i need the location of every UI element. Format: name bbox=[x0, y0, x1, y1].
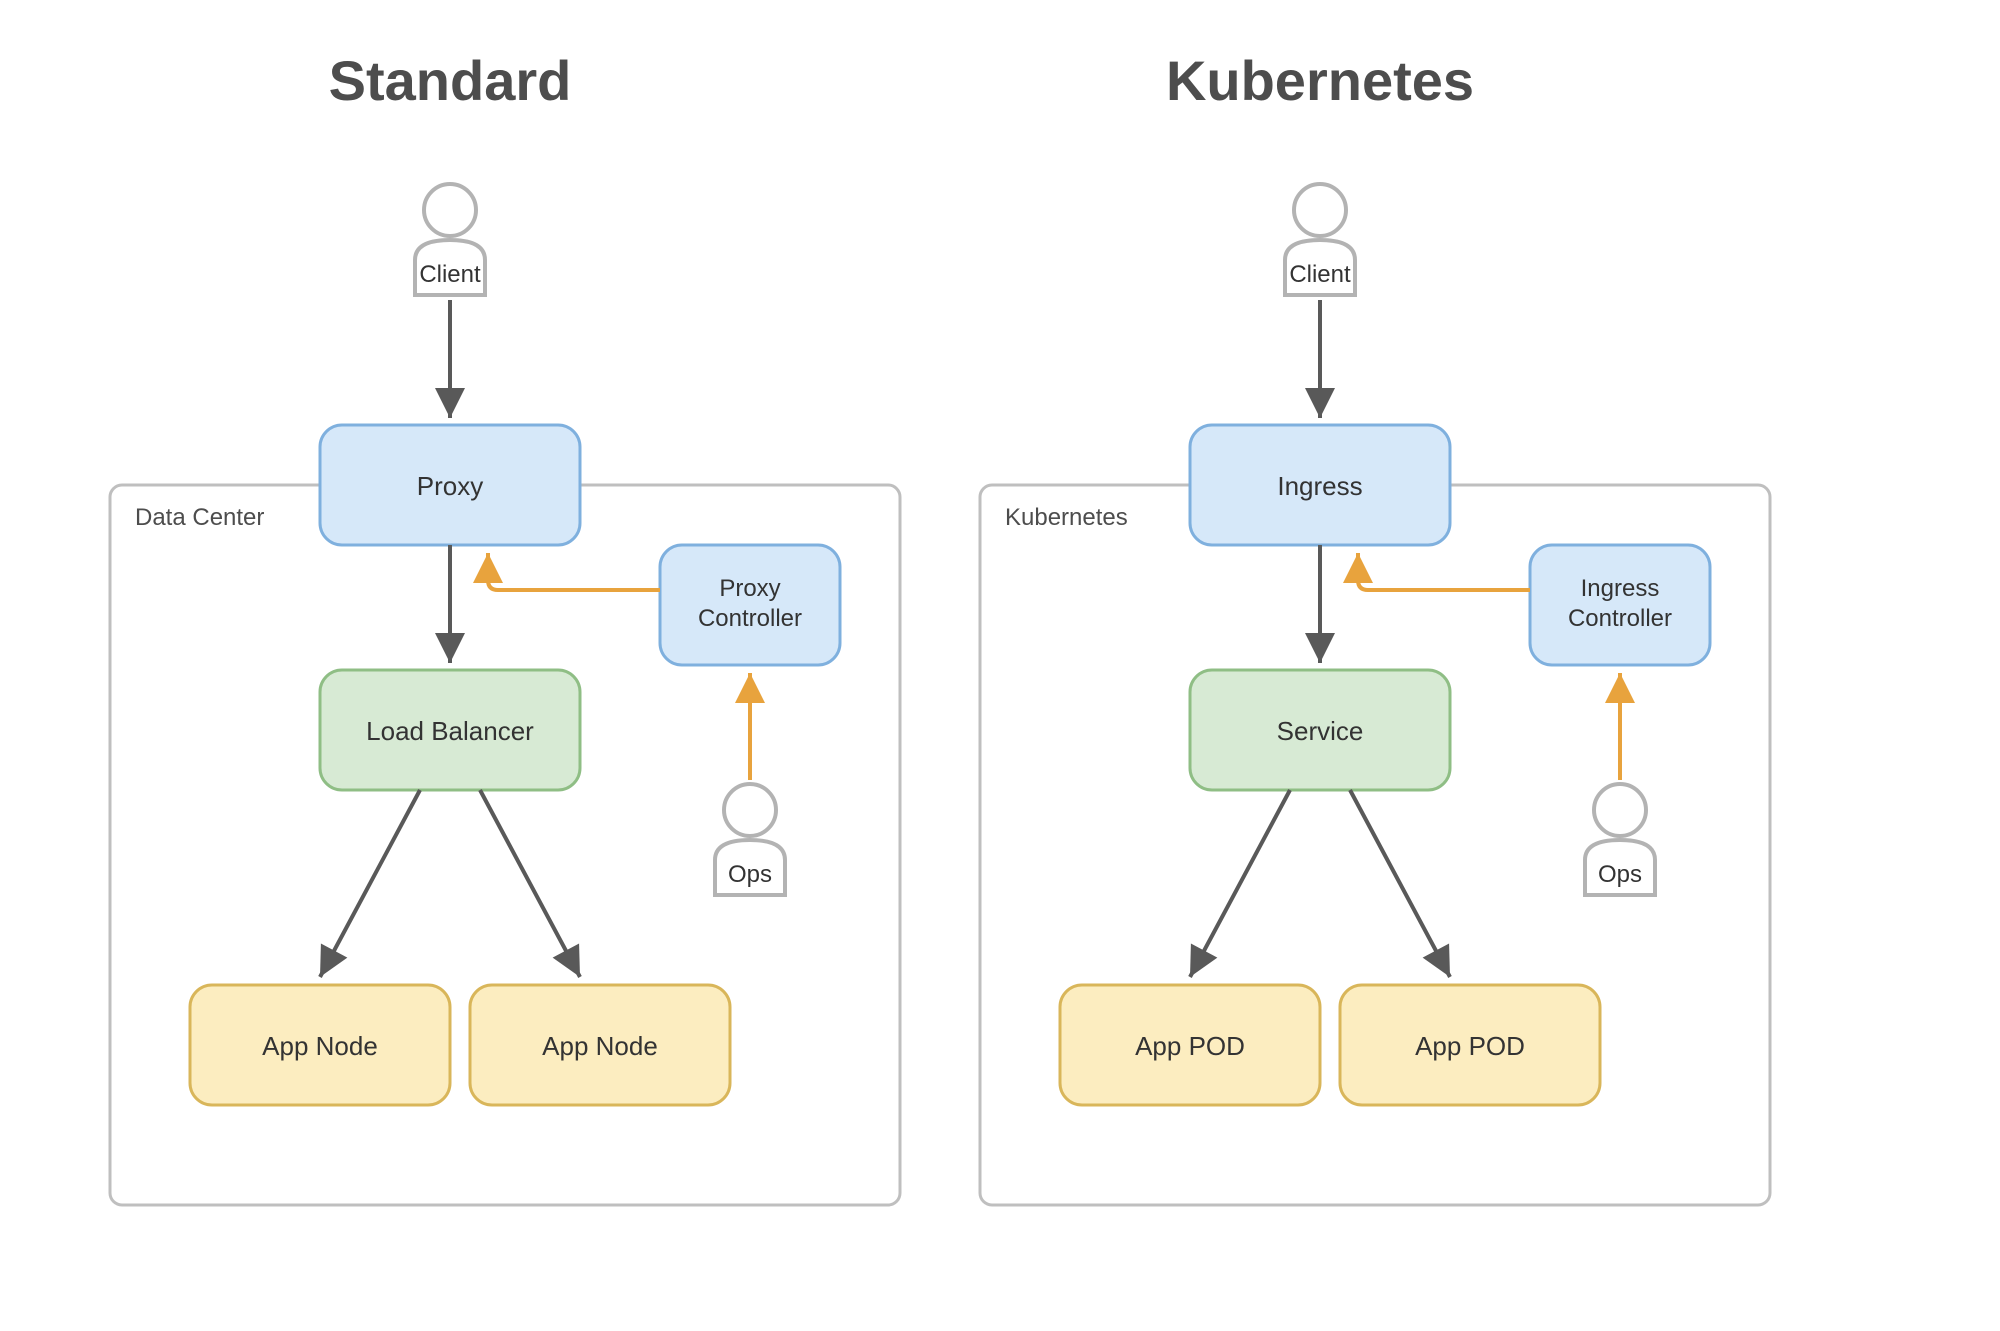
arrow-controller-ingress bbox=[1358, 553, 1530, 590]
proxy-controller-label-2: Controller bbox=[698, 605, 802, 632]
arrow-controller-proxy bbox=[488, 553, 660, 590]
kubernetes-title: Kubernetes bbox=[1166, 49, 1474, 112]
ops-label: Ops bbox=[1598, 861, 1642, 888]
client-label: Client bbox=[419, 261, 481, 288]
arrow-lb-app2 bbox=[480, 790, 580, 977]
standard-title: Standard bbox=[329, 49, 572, 112]
arrow-lb-app1 bbox=[320, 790, 420, 977]
ingress-controller-label-2: Controller bbox=[1568, 605, 1672, 632]
app-pod-1-label: App POD bbox=[1135, 1031, 1245, 1061]
app-node-2-label: App Node bbox=[542, 1031, 658, 1061]
service-label: Service bbox=[1277, 716, 1364, 746]
kubernetes-diagram: Kubernetes Kubernetes Client Ingress Ing… bbox=[980, 49, 1770, 1205]
ingress-controller-label-1: Ingress bbox=[1581, 575, 1660, 602]
proxy-label: Proxy bbox=[417, 471, 483, 501]
proxy-controller-label-1: Proxy bbox=[719, 575, 780, 602]
standard-diagram: Standard Data Center Client Proxy Proxy … bbox=[110, 49, 900, 1205]
load-balancer-label: Load Balancer bbox=[366, 716, 534, 746]
app-node-1-label: App Node bbox=[262, 1031, 378, 1061]
ops-label: Ops bbox=[728, 861, 772, 888]
datacenter-label: Data Center bbox=[135, 504, 264, 531]
arrow-service-pod2 bbox=[1350, 790, 1450, 977]
kubernetes-label: Kubernetes bbox=[1005, 504, 1128, 531]
arrow-service-pod1 bbox=[1190, 790, 1290, 977]
ingress-label: Ingress bbox=[1277, 471, 1362, 501]
app-pod-2-label: App POD bbox=[1415, 1031, 1525, 1061]
client-label: Client bbox=[1289, 261, 1351, 288]
